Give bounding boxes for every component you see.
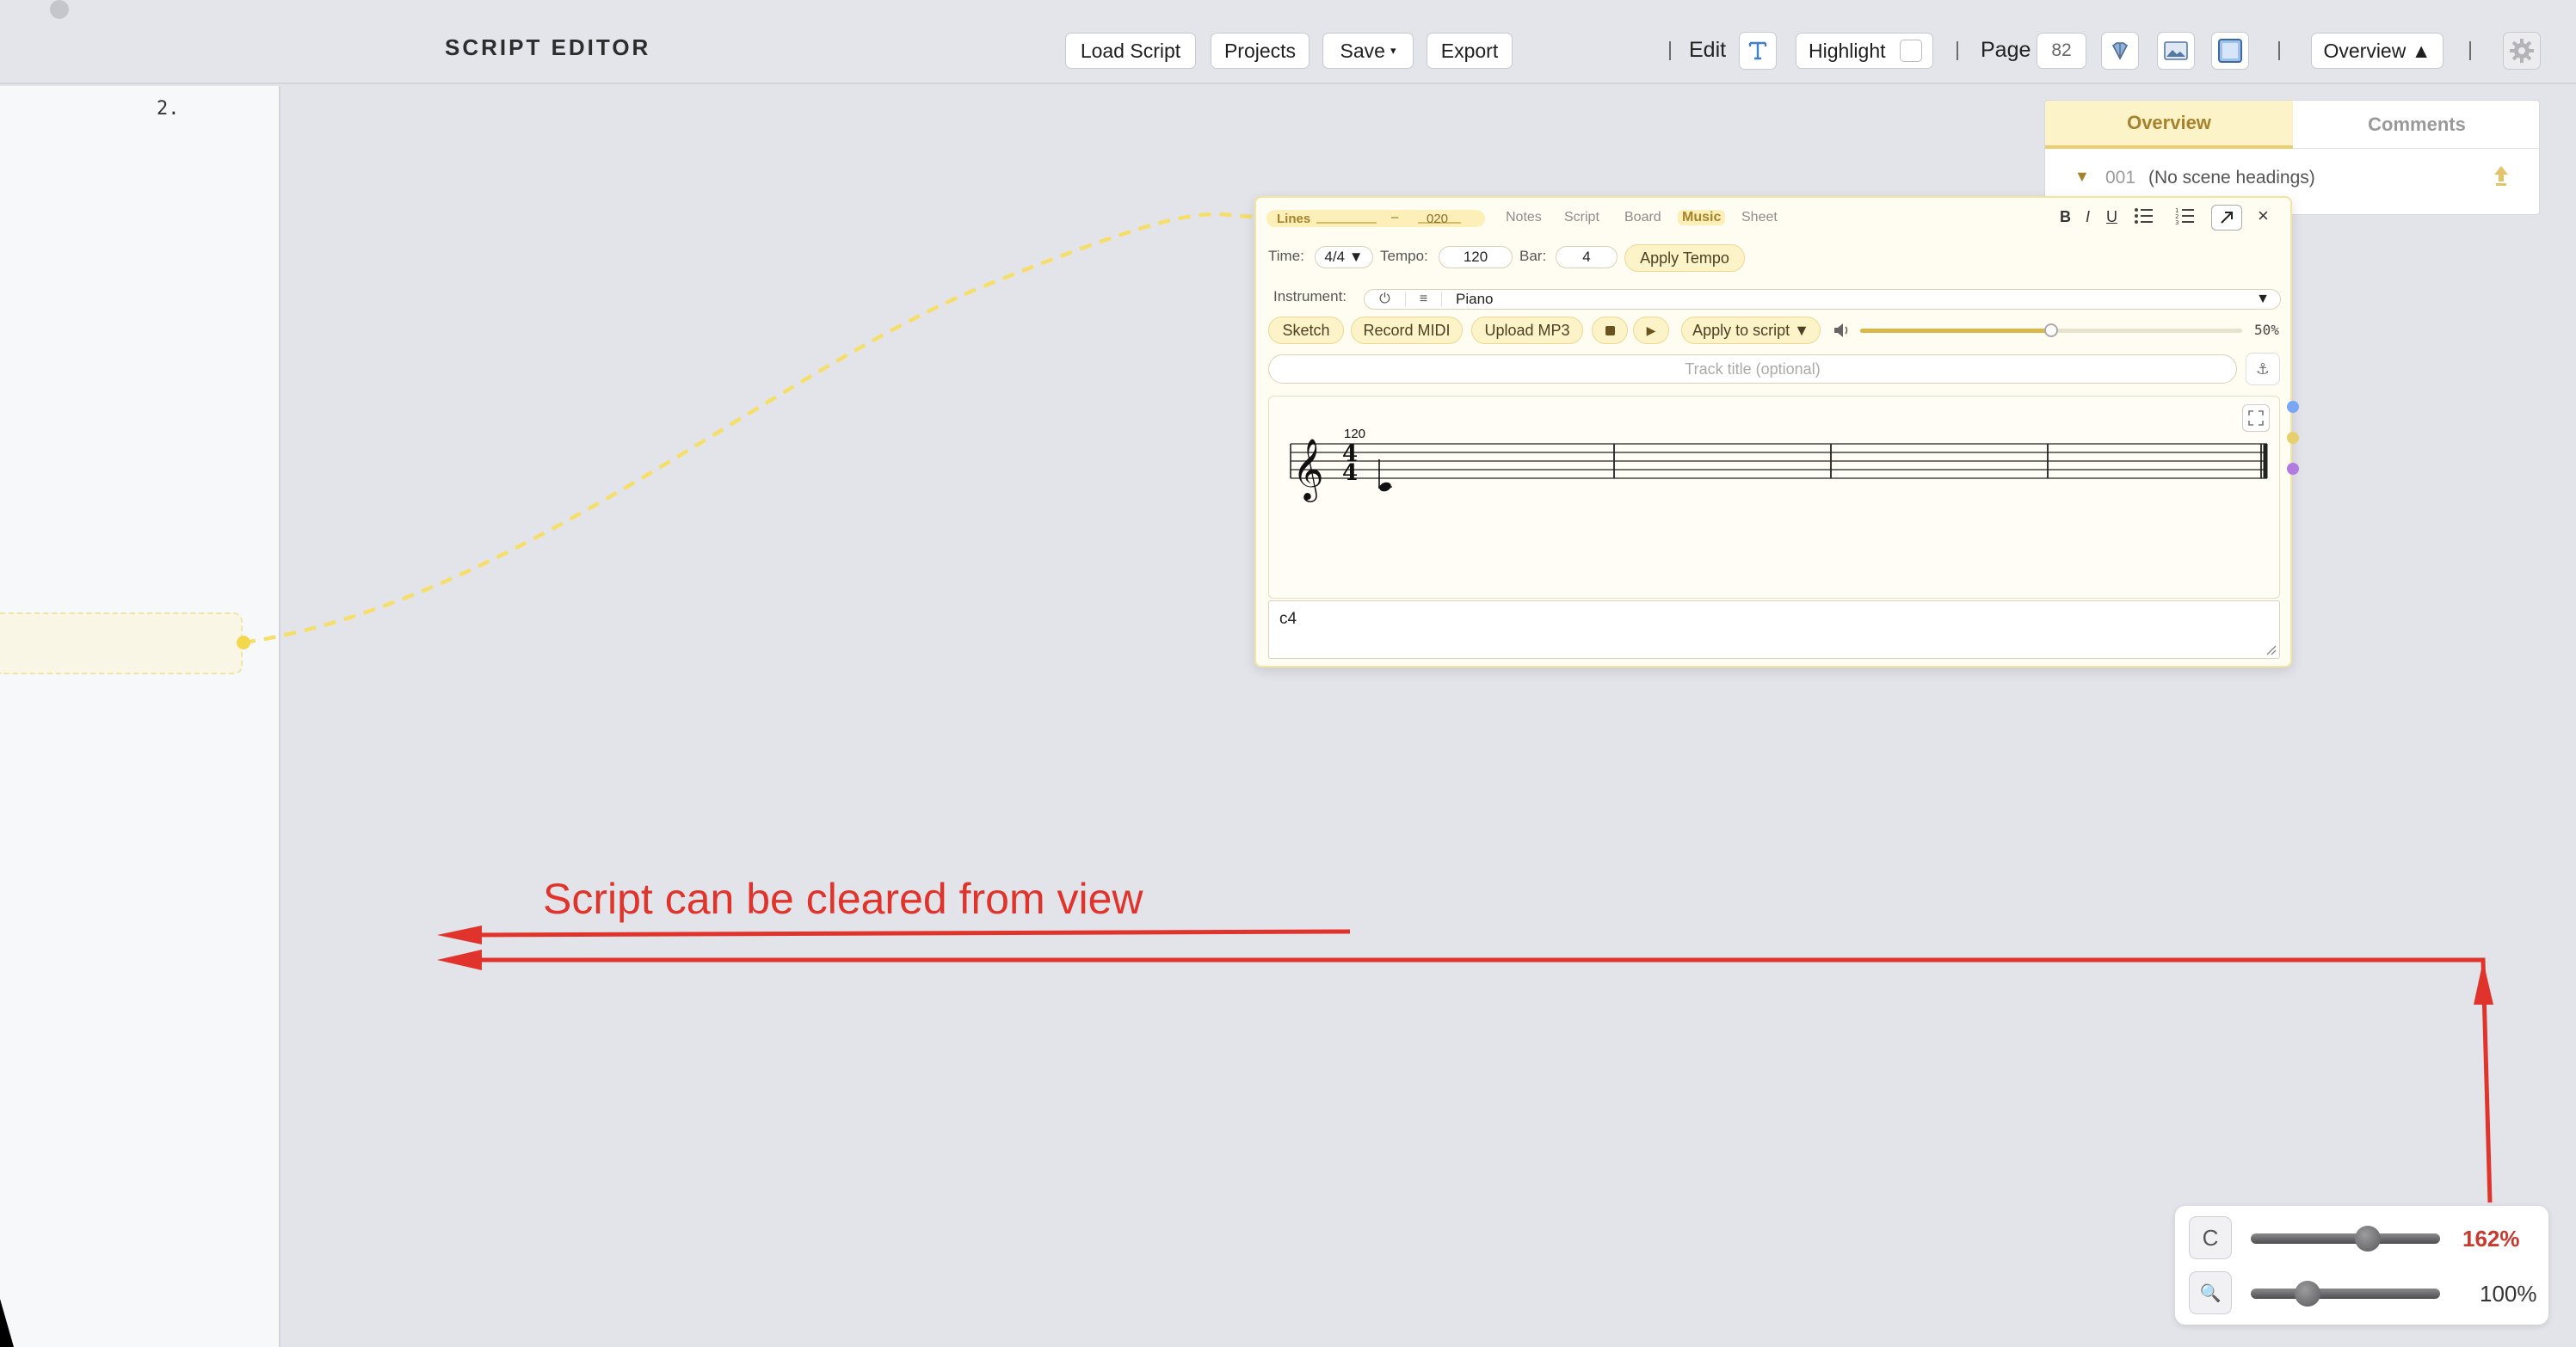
tab-comments[interactable]: Comments [2293,101,2539,149]
score-tempo-marking: 120 [1344,427,1365,441]
notation-text: c4 [1279,610,1297,628]
sketch-button[interactable]: Sketch [1268,317,1344,344]
annotation-arrow-upper [468,929,1351,938]
bar-input[interactable]: 4 [1556,246,1618,268]
tempo-input[interactable]: 120 [1439,246,1513,268]
connector-anchor-dot [237,636,250,649]
music-staff: 𝄞 4 4 120 [1290,427,2268,502]
close-icon[interactable]: × [2258,205,2269,227]
reset-zoom-icon[interactable]: C [2189,1216,2232,1259]
primary-zoom-slider[interactable] [2251,1233,2440,1244]
upload-mp3-button[interactable]: Upload MP3 [1471,317,1583,344]
italic-button[interactable]: I [2086,208,2090,226]
track-title-input[interactable]: Track title (optional) [1268,354,2237,384]
tab-music[interactable]: Music [1678,210,1726,225]
side-dot-blue[interactable] [2287,401,2299,413]
tab-script[interactable]: Script [1564,210,1599,225]
bar-label: Bar: [1519,248,1547,264]
tab-notes[interactable]: Notes [1506,210,1542,225]
time-label: Time: [1268,248,1304,264]
time-signature-bottom: 4 [1342,460,1358,486]
bullet-list-icon[interactable] [2134,206,2154,230]
expand-arrow-icon[interactable] [2211,205,2242,231]
lines-label: Lines [1277,212,1311,226]
resize-handle-icon[interactable] [2265,643,2277,660]
apply-tempo-button[interactable]: Apply Tempo [1624,244,1745,272]
instrument-select[interactable]: ⏻ ≡ Piano ▼ [1364,289,2281,310]
svg-text:3: 3 [2175,219,2179,225]
instrument-label: Instrument: [1273,288,1347,304]
annotation-arrowhead-up [2474,961,2493,1005]
side-dot-purple[interactable] [2287,463,2299,475]
volume-value: 50% [2254,322,2279,338]
numbered-list-icon[interactable]: 123 [2175,206,2196,230]
underline-button[interactable]: U [2106,208,2117,226]
magnifier-icon[interactable]: 🔍 [2189,1271,2232,1314]
annotation-arrowhead-lower [437,950,482,970]
play-icon[interactable]: ▶ [1633,317,1669,344]
stop-icon[interactable] [1592,317,1628,344]
scene-label[interactable]: (No scene headings) [2148,168,2315,188]
lines-start-field[interactable] [1316,222,1377,224]
jump-up-arrow-icon[interactable] [2493,164,2510,193]
tab-board[interactable]: Board [1624,210,1661,225]
lines-end-field[interactable]: 020 [1427,212,1448,226]
notation-input[interactable]: c4 [1268,600,2280,659]
collapse-triangle-icon[interactable]: ▼ [2074,168,2090,186]
power-icon[interactable]: ⏻ [1365,292,1406,307]
speaker-icon [1833,322,1852,343]
apply-to-script-button[interactable]: Apply to script ▼ [1681,317,1821,344]
tempo-label: Tempo: [1380,248,1428,264]
dropdown-arrow-icon: ▼ [2256,292,2270,306]
tab-overview[interactable]: Overview [2045,101,2293,149]
lines-separator: – [1391,210,1399,224]
annotation-arrow-lower [469,957,2493,1203]
menu-icon[interactable]: ≡ [1406,292,1442,307]
card-connector-line [243,212,1257,645]
volume-slider-thumb[interactable] [2044,323,2058,337]
tab-sheet[interactable]: Sheet [1741,210,1778,225]
anchor-icon[interactable]: ⚓ [2246,353,2280,385]
annotation-arrowhead-upper [437,926,482,944]
annotation-text: Script can be cleared from view [543,875,1143,923]
scene-number: 001 [2105,168,2136,188]
time-signature-select[interactable]: 4/4 ▼ [1315,246,1373,268]
secondary-zoom-thumb[interactable] [2295,1281,2320,1307]
secondary-zoom-value: 100% [2480,1281,2537,1307]
bold-button[interactable]: B [2060,208,2071,226]
treble-clef: 𝄞 [1292,437,1324,502]
instrument-value: Piano [1456,291,1494,307]
secondary-zoom-slider[interactable] [2251,1289,2440,1299]
primary-zoom-value: 162% [2462,1226,2520,1252]
record-midi-button[interactable]: Record MIDI [1351,317,1463,344]
note-c4 [1379,482,1391,492]
side-dot-yellow[interactable] [2287,432,2299,444]
